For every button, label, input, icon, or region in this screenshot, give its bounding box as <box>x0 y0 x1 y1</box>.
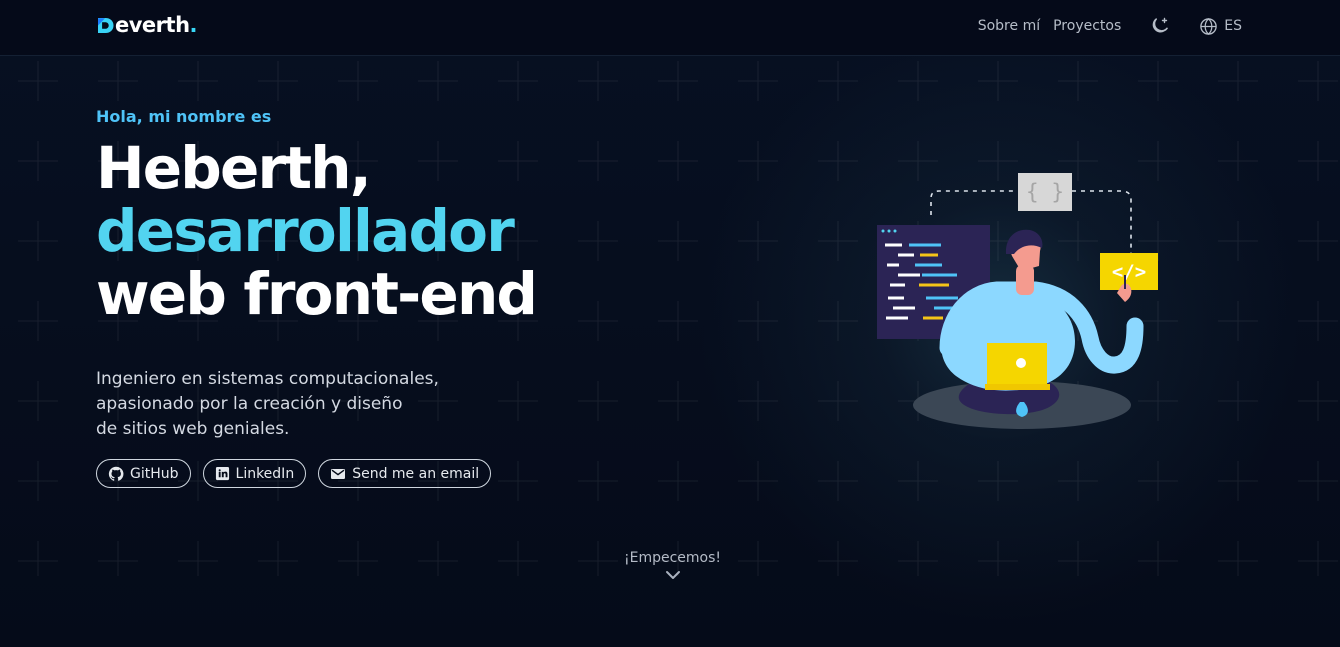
scroll-down-prompt[interactable]: ¡Empecemos! <box>620 550 725 580</box>
headline-role-line: web front-end <box>96 260 538 328</box>
headline-name: Heberth, <box>96 134 372 202</box>
github-button[interactable]: GitHub <box>96 459 191 488</box>
send-email-button[interactable]: Send me an email <box>318 459 492 488</box>
language-selector[interactable]: ES <box>1199 17 1242 36</box>
linkedin-button-label: LinkedIn <box>235 465 295 482</box>
hero-intro: Hola, mi nombre es <box>96 107 272 126</box>
curly-braces-card: { } <box>1018 173 1072 211</box>
hero-headline: Heberth, desarrollador web front-end <box>96 137 616 326</box>
social-buttons: GitHub LinkedIn Send me an email <box>96 459 616 488</box>
github-icon <box>108 466 124 481</box>
portfolio-page: everth. Sobre mí Proyectos ES Hola, mi n… <box>0 0 1340 647</box>
logo-d-mark-icon <box>98 17 114 33</box>
logo-text: everth <box>115 13 190 37</box>
moon-sparkle-icon <box>1152 17 1169 33</box>
headline-role-accent: desarrollador <box>96 197 515 265</box>
description-line-1: Ingeniero en sistemas computacionales, <box>96 369 439 389</box>
nav-link-about[interactable]: Sobre mí <box>978 18 1040 34</box>
description-line-2: apasionado por la creación y diseño <box>96 394 403 414</box>
logo-dot: . <box>189 13 198 37</box>
scroll-prompt-label: ¡Empecemos! <box>623 550 721 566</box>
mail-icon <box>331 468 346 479</box>
github-button-label: GitHub <box>130 465 179 482</box>
chevron-down-icon <box>665 571 680 579</box>
hero-content: Hola, mi nombre es Heberth, desarrollado… <box>96 105 616 488</box>
code-tag-card: </> <box>1100 253 1158 290</box>
email-button-label: Send me an email <box>352 465 480 482</box>
curly-braces-icon: { } <box>1026 180 1064 204</box>
linkedin-icon <box>215 466 229 481</box>
site-logo[interactable]: everth. <box>96 13 198 37</box>
code-tag-icon: </> <box>1112 261 1146 283</box>
theme-toggle-button[interactable] <box>1148 14 1172 38</box>
globe-icon <box>1200 17 1218 35</box>
linkedin-button[interactable]: LinkedIn <box>202 459 307 488</box>
developer-illustration: { } </> <box>877 173 1158 429</box>
site-header: everth. Sobre mí Proyectos ES <box>0 0 1340 56</box>
nav-link-projects[interactable]: Proyectos <box>1053 18 1121 34</box>
main-navigation: Sobre mí Proyectos ES <box>978 15 1242 37</box>
hero-description: Ingeniero en sistemas computacionales, a… <box>96 367 616 442</box>
description-line-3: de sitios web geniales. <box>96 419 290 439</box>
language-code: ES <box>1224 18 1242 34</box>
